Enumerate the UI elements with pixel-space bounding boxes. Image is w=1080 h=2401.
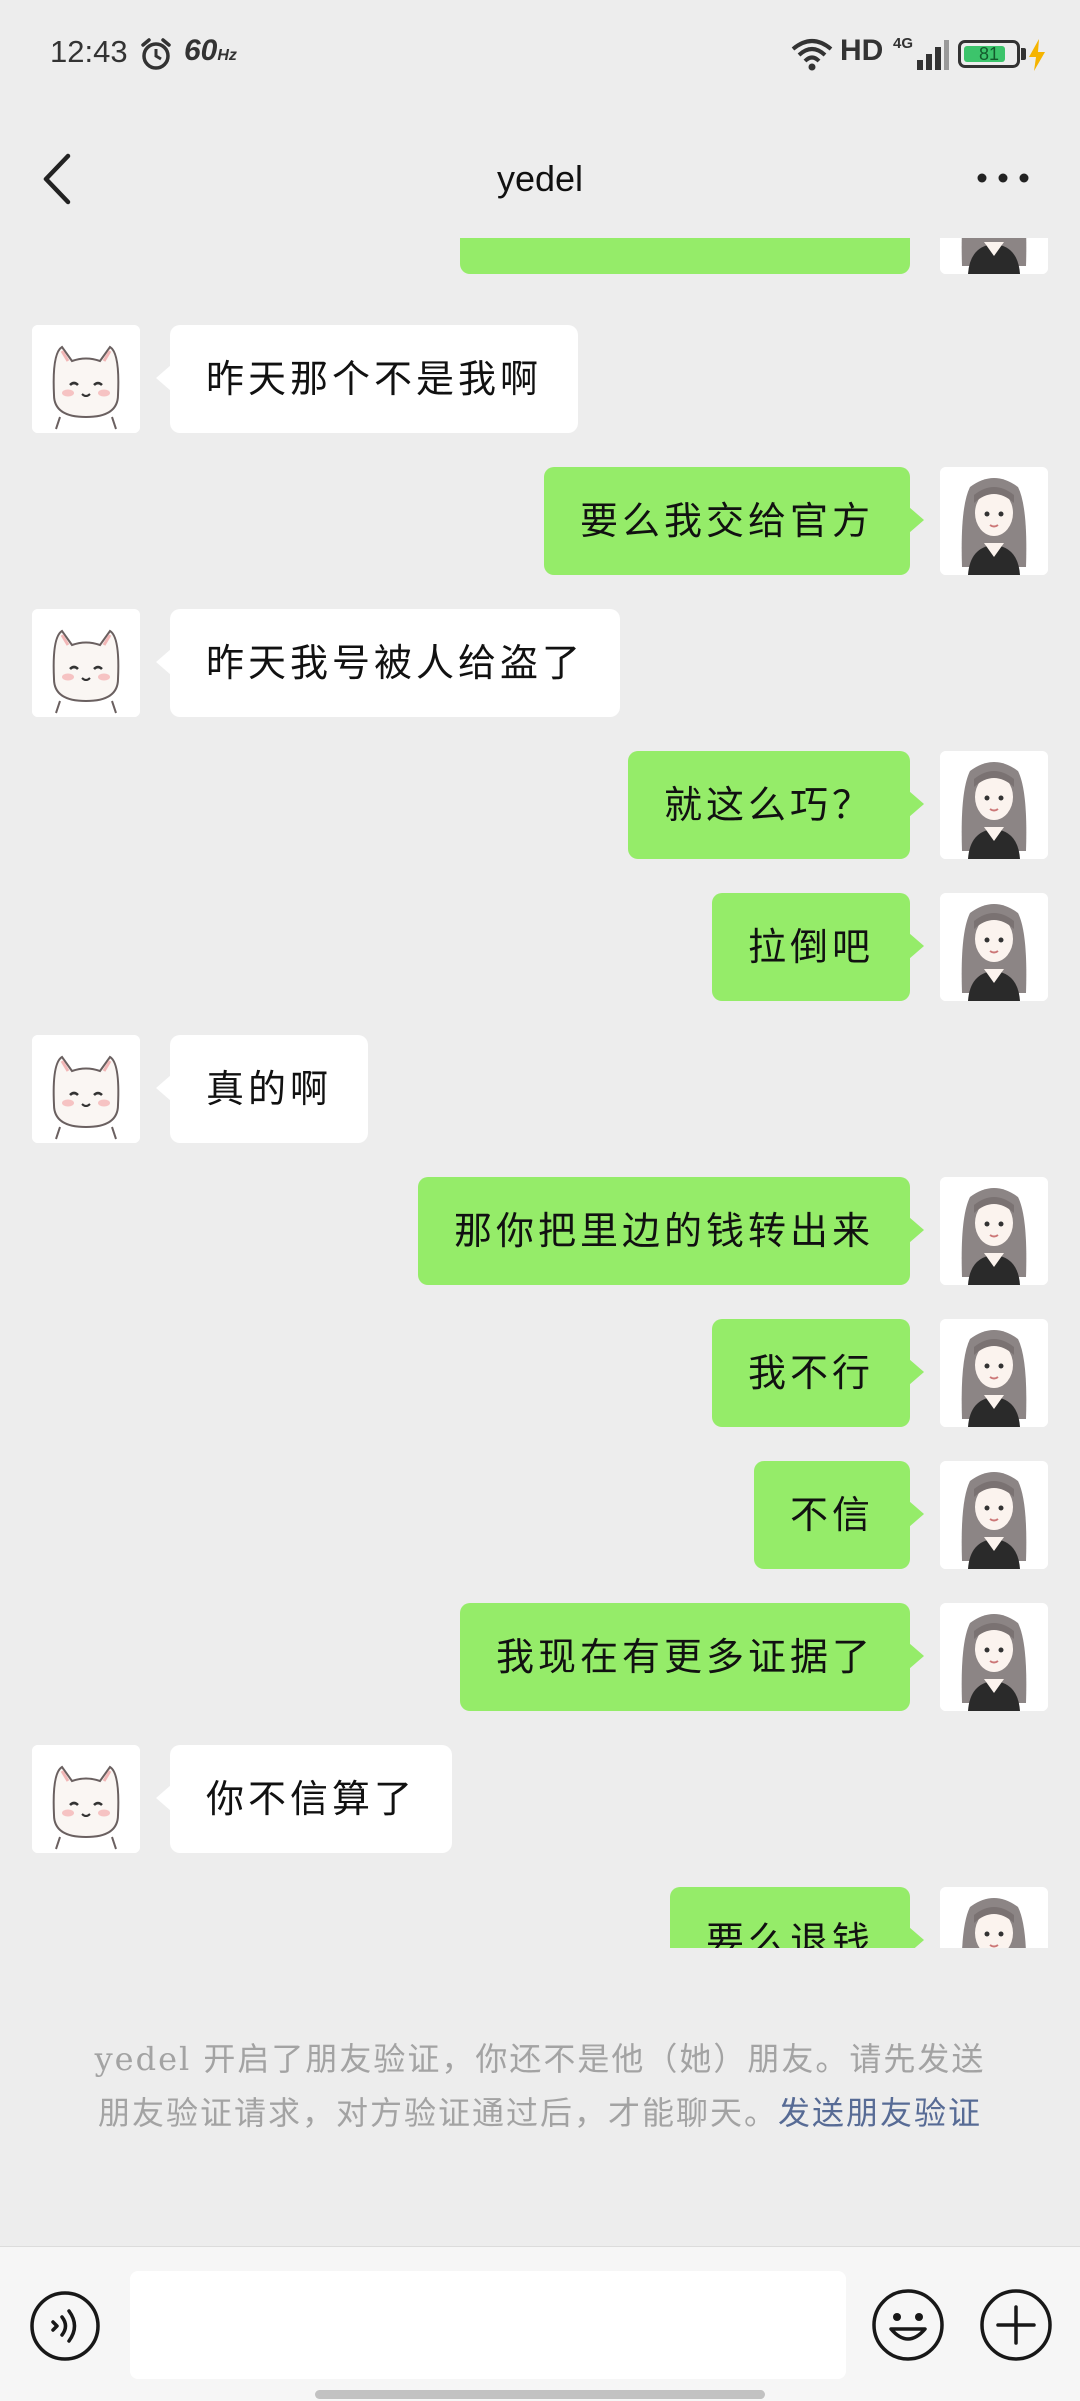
message-bubble[interactable]: 要么我交给官方 <box>543 467 925 575</box>
message-bubble[interactable]: 你不信算了 <box>155 1745 453 1853</box>
incoming-message: 昨天那个不是我啊 <box>0 325 1080 435</box>
my-avatar[interactable] <box>940 1887 1048 1948</box>
signal-4g-icon: 4G <box>893 35 949 70</box>
my-avatar[interactable] <box>940 1177 1048 1285</box>
wifi-icon <box>791 39 833 71</box>
chat-message-list[interactable]: 把诈人骗的钱退回去昨天那个不是我啊要么我交给官方昨天我号被人给盗了就这么巧？ 拉倒… <box>0 238 1080 1948</box>
message-bubble[interactable]: 我现在有更多证据了 <box>459 1603 925 1711</box>
message-bubble[interactable]: 昨天我号被人给盗了 <box>155 609 621 717</box>
outgoing-message: 我不行 <box>0 1319 1080 1429</box>
message-bubble[interactable]: 就这么巧？ <box>627 751 925 859</box>
outgoing-message: 不信 <box>0 1461 1080 1571</box>
emoji-button[interactable] <box>870 2287 946 2363</box>
charging-icon <box>1029 39 1045 71</box>
message-bubble[interactable]: 要么退钱 <box>669 1887 925 1948</box>
message-bubble[interactable]: 不信 <box>753 1461 925 1569</box>
more-options-button[interactable] <box>968 148 1038 208</box>
input-bar <box>0 2246 1080 2401</box>
my-avatar[interactable] <box>940 1603 1048 1711</box>
message-bubble[interactable]: 那你把里边的钱转出来 <box>417 1177 925 1285</box>
refresh-rate-value: 60 <box>184 34 218 67</box>
message-bubble[interactable]: 真的啊 <box>155 1035 369 1143</box>
my-avatar[interactable] <box>940 751 1048 859</box>
incoming-message: 昨天我号被人给盗了 <box>0 609 1080 719</box>
incoming-message: 真的啊 <box>0 1035 1080 1145</box>
contact-avatar[interactable] <box>32 1035 140 1143</box>
nav-bar: yedel <box>0 120 1080 238</box>
outgoing-message: 就这么巧？ <box>0 751 1080 861</box>
outgoing-message: 要么退钱 <box>0 1887 1080 1948</box>
voice-input-button[interactable] <box>28 2289 102 2363</box>
send-verification-link[interactable]: 发送朋友验证 <box>778 2094 982 2132</box>
my-avatar[interactable] <box>940 238 1048 274</box>
alarm-icon <box>141 38 171 70</box>
message-bubble[interactable]: 把诈人骗的钱退回去 <box>459 238 910 274</box>
outgoing-message: 把诈人骗的钱退回去 <box>0 238 1080 276</box>
hd-label: HD <box>840 34 884 67</box>
outgoing-message: 拉倒吧 <box>0 893 1080 1003</box>
message-bubble[interactable]: 昨天那个不是我啊 <box>155 325 579 433</box>
svg-text:4G: 4G <box>893 35 913 52</box>
outgoing-message: 要么我交给官方 <box>0 467 1080 577</box>
chat-title: yedel <box>496 158 584 199</box>
my-avatar[interactable] <box>940 893 1048 1001</box>
status-bar: 12:43 60Hz HD 4G 81 <box>0 0 1080 110</box>
contact-avatar[interactable] <box>32 1745 140 1853</box>
refresh-rate-unit: Hz <box>217 47 237 64</box>
message-bubble[interactable]: 拉倒吧 <box>711 893 925 1001</box>
outgoing-message: 那你把里边的钱转出来 <box>0 1177 1080 1287</box>
battery-level: 81 <box>978 44 1000 64</box>
contact-avatar[interactable] <box>32 325 140 433</box>
incoming-message: 你不信算了 <box>0 1745 1080 1855</box>
outgoing-message: 我现在有更多证据了 <box>0 1603 1080 1713</box>
my-avatar[interactable] <box>940 467 1048 575</box>
message-input[interactable] <box>130 2271 846 2379</box>
my-avatar[interactable] <box>940 1461 1048 1569</box>
home-indicator[interactable] <box>315 2390 765 2399</box>
status-time: 12:43 <box>50 34 128 69</box>
add-more-button[interactable] <box>978 2287 1054 2363</box>
message-bubble[interactable]: 我不行 <box>711 1319 925 1427</box>
my-avatar[interactable] <box>940 1319 1048 1427</box>
contact-avatar[interactable] <box>32 609 140 717</box>
refresh-rate: 60Hz <box>184 34 237 68</box>
battery-indicator: 81 <box>958 40 1020 68</box>
friend-verification-notice: yedel 开启了朋友验证，你还不是他（她）朋友。请先发送朋友验证请求，对方验证… <box>80 2032 1000 2140</box>
